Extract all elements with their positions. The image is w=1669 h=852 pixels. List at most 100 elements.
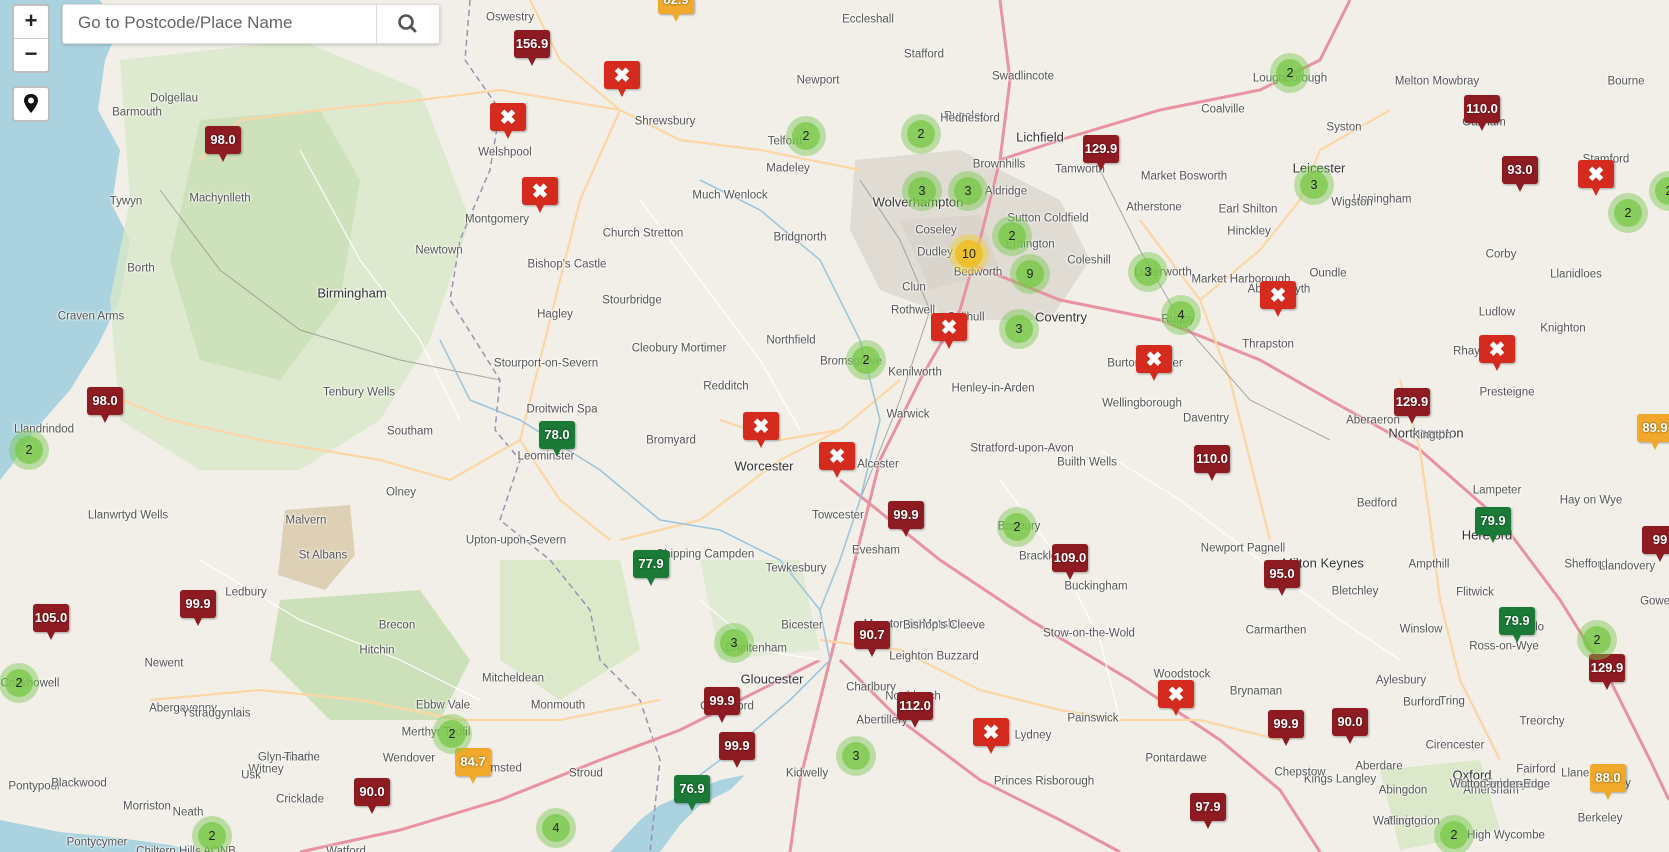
closed-station-marker[interactable]: ✖ — [522, 177, 558, 213]
closed-station-marker[interactable]: ✖ — [1578, 160, 1614, 196]
price-marker[interactable]: 95.0 — [1264, 560, 1300, 596]
price-marker[interactable]: 109.0 — [1052, 544, 1088, 580]
price-marker[interactable]: 99.9 — [719, 732, 755, 768]
locate-button[interactable] — [12, 86, 50, 122]
price-marker[interactable]: 76.9 — [674, 775, 710, 811]
cluster-count: 2 — [792, 122, 820, 150]
search-input[interactable] — [63, 5, 378, 41]
cluster-count: 2 — [1003, 513, 1031, 541]
place-label: Henley-in-Arden — [951, 382, 1035, 395]
price-marker[interactable]: 129.9 — [1394, 388, 1430, 424]
place-label: Llandovery — [1598, 560, 1656, 573]
closed-station-marker[interactable]: ✖ — [931, 313, 967, 349]
zoom-out-button[interactable]: − — [14, 38, 48, 71]
marker-cluster[interactable]: 2 — [997, 507, 1037, 547]
marker-cluster[interactable]: 2 — [992, 216, 1032, 256]
price-marker[interactable]: 97.9 — [1190, 793, 1226, 829]
marker-cluster[interactable]: 2 — [1608, 193, 1648, 233]
place-label: Cleobury Mortimer — [631, 342, 727, 355]
place-label: Tywyn — [109, 195, 143, 208]
price-marker[interactable]: 78.0 — [539, 421, 575, 457]
marker-tip — [1065, 570, 1075, 580]
place-label: Llanwrtyd Wells — [87, 509, 169, 522]
price-marker[interactable]: 89.9 — [1637, 414, 1669, 450]
place-label: Machynlleth — [189, 192, 251, 205]
marker-cluster[interactable]: 2 — [0, 663, 39, 703]
closed-station-marker[interactable]: ✖ — [819, 442, 855, 478]
closed-station-marker[interactable]: ✖ — [604, 61, 640, 97]
closed-station-marker[interactable]: ✖ — [1260, 281, 1296, 317]
closed-station-marker[interactable]: ✖ — [490, 103, 526, 139]
closed-station-marker[interactable]: ✖ — [1136, 345, 1172, 381]
price-marker[interactable]: 79.9 — [1475, 507, 1511, 543]
marker-cluster[interactable]: 3 — [836, 736, 876, 776]
place-label: Bishop's Castle — [527, 258, 607, 271]
price-marker[interactable]: 110.0 — [1464, 95, 1500, 131]
price-marker[interactable]: 99.9 — [1268, 710, 1304, 746]
price-label: 95.0 — [1269, 566, 1295, 581]
price-marker[interactable]: 99.9 — [180, 590, 216, 626]
price-marker[interactable]: 99 — [1642, 526, 1669, 562]
price-marker[interactable]: 82.9 — [658, 0, 694, 22]
cluster-count: 3 — [1134, 258, 1162, 286]
marker-cluster[interactable]: 10 — [949, 234, 989, 274]
search-icon — [398, 14, 417, 33]
place-label: Oswestry — [486, 11, 534, 24]
place-label: Builth Wells — [1057, 456, 1117, 469]
price-label: 99.9 — [1273, 716, 1299, 731]
marker-cluster[interactable]: 3 — [1294, 165, 1334, 205]
marker-cluster[interactable]: 2 — [786, 116, 826, 156]
place-label: Tring — [1439, 695, 1465, 708]
marker-cluster[interactable]: 3 — [902, 171, 942, 211]
marker-cluster[interactable]: 4 — [1161, 295, 1201, 335]
marker-cluster[interactable]: 3 — [714, 623, 754, 663]
place-label: Lydney — [1014, 729, 1052, 742]
marker-cluster[interactable]: 3 — [948, 171, 988, 211]
price-label: 99.9 — [185, 596, 211, 611]
search-button[interactable] — [376, 5, 439, 43]
price-marker[interactable]: 110.0 — [1194, 445, 1230, 481]
price-marker[interactable]: 98.0 — [205, 126, 241, 162]
place-label: Ampthill — [1408, 558, 1450, 571]
price-marker[interactable]: 99.9 — [888, 501, 924, 537]
price-marker[interactable]: 105.0 — [33, 604, 69, 640]
marker-cluster[interactable]: 3 — [1128, 252, 1168, 292]
price-marker[interactable]: 156.9 — [514, 30, 550, 66]
price-marker[interactable]: 90.0 — [354, 778, 390, 814]
price-marker[interactable]: 98.0 — [87, 387, 123, 423]
price-marker[interactable]: 84.7 — [455, 748, 491, 784]
price-marker[interactable]: 129.9 — [1083, 135, 1119, 171]
closed-station-marker[interactable]: ✖ — [1479, 335, 1515, 371]
marker-cluster[interactable]: 2 — [1434, 815, 1474, 852]
price-marker[interactable]: 99.9 — [704, 687, 740, 723]
closed-station-marker[interactable]: ✖ — [743, 412, 779, 448]
marker-cluster[interactable]: 9 — [1010, 254, 1050, 294]
cluster-count: 2 — [438, 720, 466, 748]
marker-cluster[interactable]: 2 — [192, 816, 232, 852]
marker-tip — [717, 713, 727, 723]
price-marker[interactable]: 90.7 — [854, 621, 890, 657]
marker-cluster[interactable]: 2 — [846, 340, 886, 380]
price-marker[interactable]: 90.0 — [1332, 708, 1368, 744]
price-label: 129.9 — [1084, 141, 1118, 156]
price-marker[interactable]: 88.0 — [1590, 764, 1626, 800]
marker-cluster[interactable]: 2 — [1270, 53, 1310, 93]
zoom-in-button[interactable]: + — [14, 6, 48, 38]
price-marker[interactable]: 79.9 — [1499, 607, 1535, 643]
marker-cluster[interactable]: 4 — [536, 808, 576, 848]
marker-cluster[interactable]: 2 — [9, 430, 49, 470]
marker-cluster[interactable]: 2 — [432, 714, 472, 754]
map-canvas[interactable]: OswestryEccleshallStaffordSwadlincoteLou… — [0, 0, 1669, 852]
marker-cluster[interactable]: 2 — [1577, 620, 1617, 660]
price-marker[interactable]: 93.0 — [1502, 156, 1538, 192]
marker-cluster[interactable]: 3 — [999, 309, 1039, 349]
closed-station-marker[interactable]: ✖ — [973, 718, 1009, 754]
price-marker[interactable]: 112.0 — [897, 692, 933, 728]
place-label: Montgomery — [465, 213, 529, 226]
marker-tip — [986, 744, 996, 754]
place-label: Carmarthen — [1245, 624, 1307, 637]
place-label: Lampeter — [1472, 484, 1522, 497]
closed-station-marker[interactable]: ✖ — [1158, 680, 1194, 716]
price-marker[interactable]: 77.9 — [633, 550, 669, 586]
marker-cluster[interactable]: 2 — [901, 114, 941, 154]
